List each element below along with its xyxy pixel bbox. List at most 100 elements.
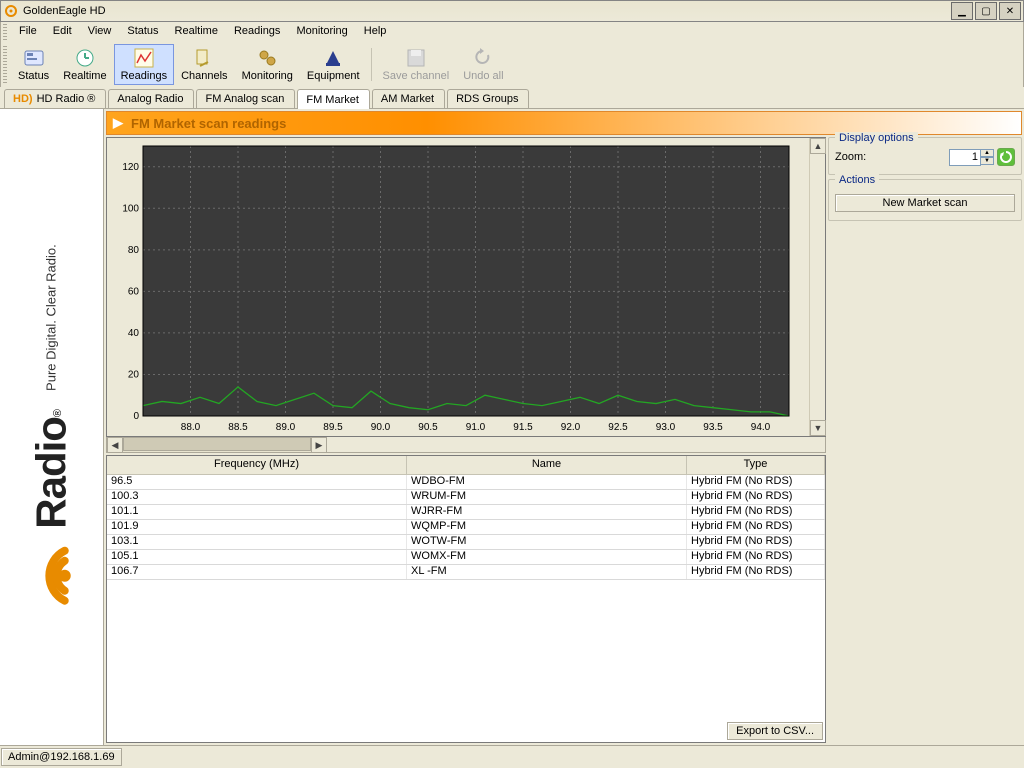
export-csv-button[interactable]: Export to CSV... xyxy=(727,722,823,740)
tool-status[interactable]: Status xyxy=(11,44,56,85)
close-button[interactable]: ✕ xyxy=(999,2,1021,20)
table-row[interactable]: 101.1WJRR-FMHybrid FM (No RDS) xyxy=(107,505,825,520)
hscroll-thumb[interactable] xyxy=(123,437,311,451)
status-icon xyxy=(22,47,46,69)
table-row[interactable]: 105.1WOMX-FMHybrid FM (No RDS) xyxy=(107,550,825,565)
svg-text:40: 40 xyxy=(128,328,140,339)
plot-hscroll[interactable]: ◀ ▶ xyxy=(107,437,327,452)
svg-text:20: 20 xyxy=(128,369,140,380)
window-title: GoldenEagle HD xyxy=(23,5,106,17)
table-row[interactable]: 100.3WRUM-FMHybrid FM (No RDS) xyxy=(107,490,825,505)
col-type[interactable]: Type xyxy=(687,456,825,474)
minimize-button[interactable]: ▁ xyxy=(951,2,973,20)
titlebar: GoldenEagle HD ▁ ▢ ✕ xyxy=(0,0,1024,22)
table-row[interactable]: 96.5WDBO-FMHybrid FM (No RDS) xyxy=(107,475,825,490)
svg-text:94.0: 94.0 xyxy=(751,422,771,433)
tool-realtime[interactable]: Realtime xyxy=(56,44,113,85)
tool-channels[interactable]: Channels xyxy=(174,44,234,85)
menu-help[interactable]: Help xyxy=(356,22,395,42)
display-panel-title: Display options xyxy=(835,132,918,144)
statusbar: Admin@192.168.1.69 xyxy=(0,745,1024,767)
table-row[interactable]: 103.1WOTW-FMHybrid FM (No RDS) xyxy=(107,535,825,550)
tool-monitoring[interactable]: Monitoring xyxy=(235,44,300,85)
table-row[interactable]: 106.7XL -FMHybrid FM (No RDS) xyxy=(107,565,825,580)
new-market-scan-button[interactable]: New Market scan xyxy=(835,194,1015,212)
scroll-left-icon[interactable]: ◀ xyxy=(107,437,123,453)
section-title: FM Market scan readings xyxy=(131,116,286,131)
zoom-down-icon[interactable]: ▼ xyxy=(980,157,994,165)
menu-edit[interactable]: Edit xyxy=(45,22,80,42)
svg-text:91.5: 91.5 xyxy=(513,422,533,433)
brand-word: Radio xyxy=(28,417,75,529)
zoom-input[interactable] xyxy=(949,149,981,166)
brand-tagline: Pure Digital. Clear Radio. xyxy=(44,244,59,391)
stations-table: Frequency (MHz) Name Type 96.5WDBO-FMHyb… xyxy=(106,455,826,743)
sidebar-branding: Radio® Pure Digital. Clear Radio. xyxy=(0,109,104,745)
svg-text:90.5: 90.5 xyxy=(418,422,438,433)
svg-text:89.5: 89.5 xyxy=(323,422,343,433)
svg-text:80: 80 xyxy=(128,245,140,256)
gears-icon xyxy=(255,47,279,69)
svg-text:88.0: 88.0 xyxy=(181,422,201,433)
svg-text:60: 60 xyxy=(128,286,140,297)
table-header: Frequency (MHz) Name Type xyxy=(107,456,825,475)
tab-fmanalogscan[interactable]: FM Analog scan xyxy=(196,89,295,108)
hd-icon: HD) xyxy=(13,93,33,105)
tab-hdradio[interactable]: HD)HD Radio ® xyxy=(4,89,106,108)
svg-text:92.5: 92.5 xyxy=(608,422,628,433)
display-options-panel: Display options Zoom: ▲▼ xyxy=(828,137,1022,175)
menu-readings[interactable]: Readings xyxy=(226,22,288,42)
col-name[interactable]: Name xyxy=(407,456,687,474)
menubar-grip xyxy=(3,24,7,40)
tab-ammarket[interactable]: AM Market xyxy=(372,89,445,108)
toolbar: Status Realtime Readings Channels Monito… xyxy=(0,42,1024,88)
svg-text:92.0: 92.0 xyxy=(561,422,581,433)
menu-file[interactable]: File xyxy=(11,22,45,42)
svg-text:93.5: 93.5 xyxy=(703,422,723,433)
menu-view[interactable]: View xyxy=(80,22,120,42)
channels-icon xyxy=(192,47,216,69)
toolbar-grip xyxy=(3,46,7,83)
tab-analog[interactable]: Analog Radio xyxy=(108,89,194,108)
refresh-button[interactable] xyxy=(997,148,1015,166)
menu-status[interactable]: Status xyxy=(119,22,166,42)
tabbar: HD)HD Radio ® Analog Radio FM Analog sca… xyxy=(0,87,1024,109)
svg-text:100: 100 xyxy=(122,203,139,214)
plot-vscroll[interactable]: ▲ ▼ xyxy=(809,138,825,436)
menubar: File Edit View Status Realtime Readings … xyxy=(0,22,1024,42)
svg-text:88.5: 88.5 xyxy=(228,422,248,433)
undo-icon xyxy=(471,47,495,69)
svg-text:120: 120 xyxy=(122,162,139,173)
status-user: Admin@192.168.1.69 xyxy=(1,748,122,766)
svg-text:89.0: 89.0 xyxy=(276,422,296,433)
zoom-label: Zoom: xyxy=(835,151,866,163)
tab-fmmarket[interactable]: FM Market xyxy=(297,89,370,109)
scroll-down-icon[interactable]: ▼ xyxy=(810,420,826,436)
scroll-up-icon[interactable]: ▲ xyxy=(810,138,826,154)
brand-reg: ® xyxy=(52,408,64,416)
svg-text:0: 0 xyxy=(133,411,139,422)
zoom-up-icon[interactable]: ▲ xyxy=(980,149,994,157)
svg-text:93.0: 93.0 xyxy=(656,422,676,433)
tab-rdsgroups[interactable]: RDS Groups xyxy=(447,89,529,108)
tool-save-channel: Save channel xyxy=(376,44,457,85)
save-icon xyxy=(404,47,428,69)
svg-text:91.0: 91.0 xyxy=(466,422,486,433)
menu-monitoring[interactable]: Monitoring xyxy=(288,22,355,42)
col-frequency[interactable]: Frequency (MHz) xyxy=(107,456,407,474)
header-arrow-icon: ▶ xyxy=(113,115,123,131)
app-icon xyxy=(3,3,19,19)
clock-icon xyxy=(73,47,97,69)
tool-readings[interactable]: Readings xyxy=(114,44,174,85)
menu-realtime[interactable]: Realtime xyxy=(167,22,226,42)
maximize-button[interactable]: ▢ xyxy=(975,2,997,20)
actions-panel: Actions New Market scan xyxy=(828,179,1022,221)
equipment-icon xyxy=(321,47,345,69)
hd-logo-icon xyxy=(15,540,88,610)
table-row[interactable]: 101.9WQMP-FMHybrid FM (No RDS) xyxy=(107,520,825,535)
scroll-right-icon[interactable]: ▶ xyxy=(311,437,327,453)
actions-panel-title: Actions xyxy=(835,174,879,186)
tool-undo-all: Undo all xyxy=(456,44,510,85)
tool-equipment[interactable]: Equipment xyxy=(300,44,367,85)
spectrum-plot: 02040608010012088.088.589.089.590.090.59… xyxy=(106,137,826,437)
